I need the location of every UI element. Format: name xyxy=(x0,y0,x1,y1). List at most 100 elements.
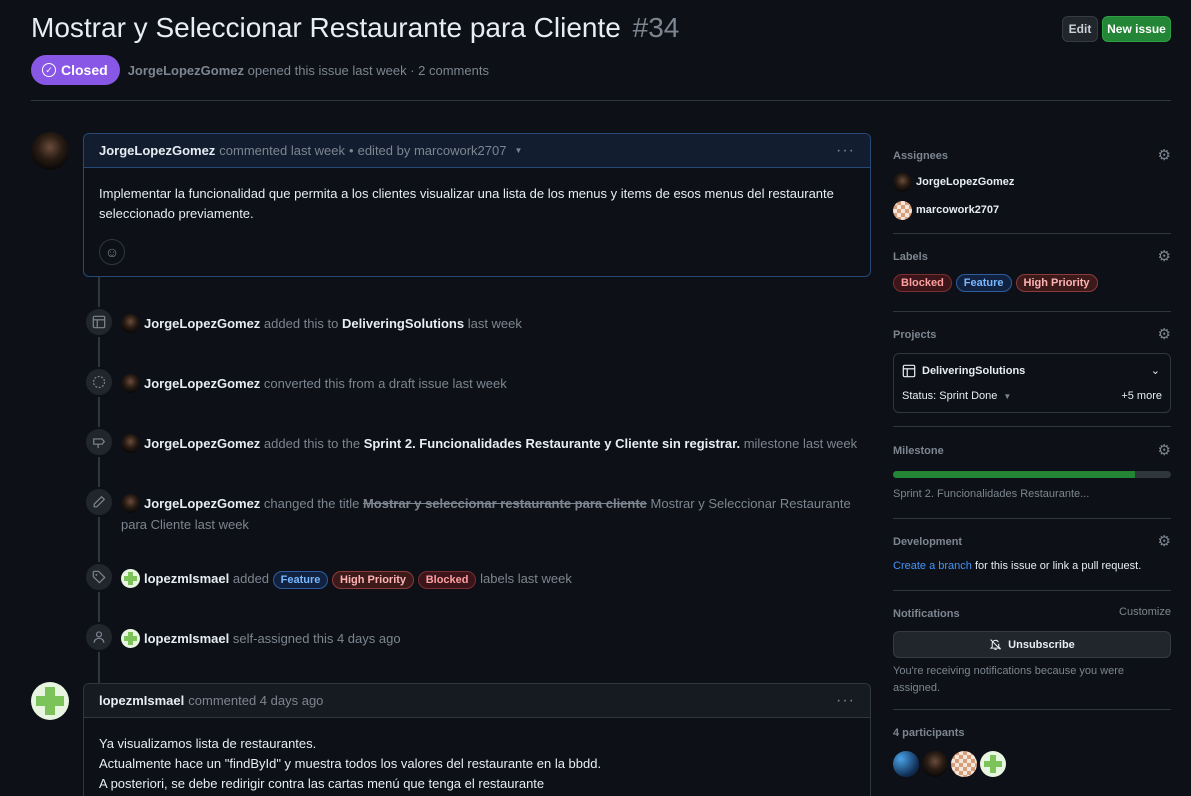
comment-header: JorgeLopezGomez commented last week • ed… xyxy=(84,134,870,168)
sidebar-assignees: Assignees ⚙ JorgeLopezGomez marcowork270… xyxy=(893,148,1171,220)
label-feature[interactable]: Feature xyxy=(955,274,1012,292)
sidebar-participants: 4 participants xyxy=(893,725,1171,777)
chevron-down-icon[interactable]: ▼ xyxy=(514,146,522,155)
event-post: last week xyxy=(194,517,249,532)
event-pre: self-assigned this 4 days ago xyxy=(232,631,401,646)
kebab-menu-icon[interactable]: ··· xyxy=(836,142,855,160)
comment-header: lopezmIsmael commented 4 days ago ··· xyxy=(84,684,870,718)
gear-icon[interactable]: ⚙ xyxy=(1158,327,1171,343)
person-icon xyxy=(84,622,114,652)
chevron-down-icon[interactable]: ⌄ xyxy=(1151,364,1160,377)
assignee-item[interactable]: JorgeLopezGomez xyxy=(893,172,1171,192)
comment-action: commented last week xyxy=(219,143,346,158)
gear-icon[interactable]: ⚙ xyxy=(1158,443,1171,459)
avatar xyxy=(893,172,912,192)
unsubscribe-label: Unsubscribe xyxy=(1008,638,1075,651)
gear-icon[interactable]: ⚙ xyxy=(1158,534,1171,550)
sidebar-divider xyxy=(893,233,1171,234)
comment-line: A posteriori, se debe redirigir contra l… xyxy=(99,776,545,791)
issue-author-link[interactable]: JorgeLopezGomez xyxy=(128,63,244,78)
label-blocked[interactable]: Blocked xyxy=(893,274,952,292)
header-divider xyxy=(31,100,1171,101)
label-list: Blocked Feature High Priority xyxy=(893,274,1171,292)
project-status-text: Status: Sprint Done xyxy=(902,390,998,402)
event-actor[interactable]: lopezmIsmael xyxy=(144,631,229,646)
avatar[interactable] xyxy=(121,374,140,393)
label-feature[interactable]: Feature xyxy=(272,571,329,589)
avatar[interactable] xyxy=(31,132,69,170)
event-text: JorgeLopezGomez changed the title Mostra… xyxy=(121,493,871,535)
milestone-name[interactable]: Sprint 2. Funcionalidades Restaurante... xyxy=(893,488,1171,500)
event-actor[interactable]: JorgeLopezGomez xyxy=(144,436,260,451)
event-actor[interactable]: lopezmIsmael xyxy=(144,571,229,586)
avatar[interactable] xyxy=(31,682,69,720)
avatar[interactable] xyxy=(121,629,140,648)
project-name-text: DeliveringSolutions xyxy=(922,365,1026,377)
customize-link[interactable]: Customize xyxy=(1119,606,1171,618)
comment-2: lopezmIsmael commented 4 days ago ··· Ya… xyxy=(83,683,871,796)
event-pre: added this to the xyxy=(263,436,361,451)
avatar[interactable] xyxy=(121,314,140,333)
comment-edited[interactable]: edited by marcowork2707 xyxy=(358,143,507,158)
assignee-name: marcowork2707 xyxy=(916,204,1000,216)
comment-author[interactable]: JorgeLopezGomez xyxy=(99,143,215,158)
event-pre: converted this from a draft issue last w… xyxy=(263,376,507,391)
sidebar-section-title: Projects xyxy=(893,329,937,341)
avatar[interactable] xyxy=(951,751,977,777)
sidebar-development: Development ⚙ Create a branch for this i… xyxy=(893,534,1171,573)
event-actor[interactable]: JorgeLopezGomez xyxy=(144,496,260,511)
gear-icon[interactable]: ⚙ xyxy=(1158,249,1171,265)
event-post: last week xyxy=(467,316,522,331)
avatar[interactable] xyxy=(980,751,1006,777)
sidebar-section-title: Assignees xyxy=(893,150,949,162)
milestone-icon xyxy=(84,427,114,457)
label-blocked[interactable]: Blocked xyxy=(417,571,477,589)
issue-meta-text: opened this issue last week · 2 comments xyxy=(247,62,489,78)
event-text: JorgeLopezGomez added this to Delivering… xyxy=(121,313,871,334)
project-card[interactable]: DeliveringSolutions ⌄ Status: Sprint Don… xyxy=(893,353,1171,413)
label-high-priority[interactable]: High Priority xyxy=(332,571,415,589)
development-text-rest: for this issue or link a pull request. xyxy=(974,560,1142,572)
sidebar-divider xyxy=(893,709,1171,710)
event-actor[interactable]: JorgeLopezGomez xyxy=(144,376,260,391)
status-badge-label: Closed xyxy=(61,62,108,78)
kebab-menu-icon[interactable]: ··· xyxy=(836,692,855,710)
dashed-circle-icon xyxy=(84,367,114,397)
event-post: labels last week xyxy=(480,571,572,586)
event-target[interactable]: DeliveringSolutions xyxy=(342,316,464,331)
event-pre: changed the title xyxy=(263,496,360,511)
sidebar-milestone: Milestone ⚙ Sprint 2. Funcionalidades Re… xyxy=(893,443,1171,500)
project-more-link[interactable]: +5 more xyxy=(1121,390,1162,402)
notifications-reason: You're receiving notifications because y… xyxy=(893,665,1124,694)
smiley-icon[interactable]: ☺ xyxy=(99,239,125,265)
sidebar-divider xyxy=(893,518,1171,519)
event-post: milestone last week xyxy=(743,436,858,451)
event-text: JorgeLopezGomez converted this from a dr… xyxy=(121,373,871,394)
comment-text: Implementar la funcionalidad que permita… xyxy=(99,186,834,221)
issue-header: Mostrar y Seleccionar Restaurante para C… xyxy=(31,12,1171,52)
project-name[interactable]: DeliveringSolutions xyxy=(902,364,1025,378)
assignee-item[interactable]: marcowork2707 xyxy=(893,200,1171,220)
sidebar-divider xyxy=(893,311,1171,312)
new-issue-button[interactable]: New issue xyxy=(1102,16,1171,42)
avatar[interactable] xyxy=(893,751,919,777)
event-text: lopezmIsmael self-assigned this 4 days a… xyxy=(121,628,871,649)
event-target[interactable]: Sprint 2. Funcionalidades Restaurante y … xyxy=(364,436,740,451)
gear-icon[interactable]: ⚙ xyxy=(1158,148,1171,164)
bell-slash-icon xyxy=(989,639,1002,650)
avatar[interactable] xyxy=(121,494,140,513)
avatar[interactable] xyxy=(922,751,948,777)
issue-meta: JorgeLopezGomez opened this issue last w… xyxy=(128,63,489,78)
event-pre: added this to xyxy=(263,316,339,331)
avatar[interactable] xyxy=(121,569,140,588)
edit-button[interactable]: Edit xyxy=(1062,16,1098,42)
comment-author[interactable]: lopezmIsmael xyxy=(99,693,184,708)
create-branch-link[interactable]: Create a branch xyxy=(893,560,972,572)
project-status[interactable]: Status: Sprint Done ▼ xyxy=(902,390,1011,402)
comment-line: Ya visualizamos lista de restaurantes. xyxy=(99,736,317,751)
avatar[interactable] xyxy=(121,434,140,453)
label-high-priority[interactable]: High Priority xyxy=(1015,274,1098,292)
assignee-name: JorgeLopezGomez xyxy=(916,176,1015,188)
event-actor[interactable]: JorgeLopezGomez xyxy=(144,316,260,331)
unsubscribe-button[interactable]: Unsubscribe xyxy=(893,631,1171,658)
